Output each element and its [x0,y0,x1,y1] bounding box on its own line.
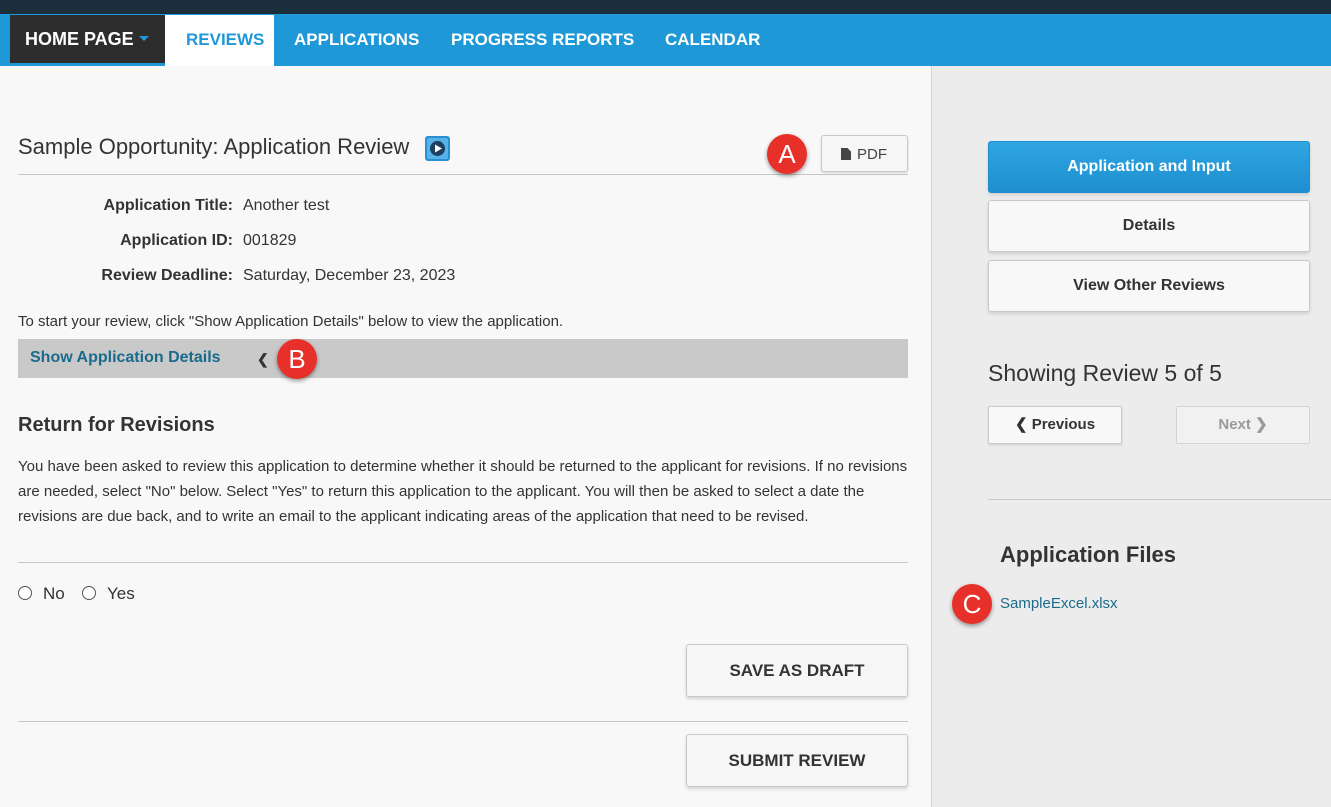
nav-home-label: HOME PAGE [25,29,134,49]
chevron-left-icon: ❮ [257,351,269,367]
application-title-label: Application Title: [103,197,233,214]
annotation-badge-b: B [277,339,317,379]
application-id-label: Application ID: [120,232,233,249]
application-title-value: Another test [243,197,330,214]
nav-tab-calendar[interactable]: CALENDAR [665,14,760,65]
show-details-bar[interactable]: Show Application Details ❮ [18,339,908,378]
file-link-sampleexcel[interactable]: SampleExcel.xlsx [1000,595,1118,612]
revisions-description: You have been asked to review this appli… [18,458,908,525]
radio-yes[interactable] [82,586,96,600]
radio-yes-label[interactable]: Yes [107,584,135,604]
play-video-icon[interactable] [425,136,450,161]
page-title: Sample Opportunity: Application Review [18,134,410,159]
radio-no-label[interactable]: No [43,584,65,604]
next-button[interactable]: Next ❯ [1176,406,1310,444]
next-button-label: Next [1218,416,1251,433]
review-intro-text: To start your review, click "Show Applic… [18,313,564,330]
review-deadline-value: Saturday, December 23, 2023 [243,267,456,284]
radio-no[interactable] [18,586,32,600]
nav-tab-reviews[interactable]: REVIEWS [165,15,274,66]
show-details-link[interactable]: Show Application Details [30,349,221,367]
review-counter: Showing Review 5 of 5 [988,360,1222,386]
sidebar-divider [988,499,1331,500]
main-navbar: HOME PAGE REVIEWS APPLICATIONS PROGRESS … [0,14,1331,66]
annotation-badge-a: A [767,134,807,174]
nav-tab-progress-reports[interactable]: PROGRESS REPORTS [451,14,634,65]
application-and-input-button[interactable]: Application and Input [988,141,1310,193]
pdf-button[interactable]: PDF [821,135,908,172]
actions-divider [18,721,908,722]
revisions-heading: Return for Revisions [18,414,215,436]
review-deadline-label: Review Deadline: [101,267,233,284]
submit-review-button[interactable]: SUBMIT REVIEW [686,734,908,787]
application-id-value: 001829 [243,232,297,249]
view-other-reviews-button[interactable]: View Other Reviews [988,260,1310,312]
pdf-button-label: PDF [857,146,887,163]
details-button[interactable]: Details [988,200,1310,252]
application-files-heading: Application Files [1000,542,1177,567]
save-as-draft-button[interactable]: SAVE AS DRAFT [686,644,908,697]
annotation-badge-c: C [952,584,992,624]
top-strip [0,0,1331,14]
title-divider [18,174,908,175]
caret-down-icon [138,36,149,41]
nav-home-dropdown[interactable]: HOME PAGE [10,15,165,63]
chevron-left-icon: ❮ [1014,416,1028,433]
nav-tab-applications[interactable]: APPLICATIONS [294,14,419,65]
document-icon [841,148,851,160]
revisions-divider [18,562,908,563]
previous-button-label: Previous [1031,416,1096,433]
chevron-right-icon: ❯ [1255,416,1268,433]
previous-button[interactable]: ❮ Previous [988,406,1122,444]
